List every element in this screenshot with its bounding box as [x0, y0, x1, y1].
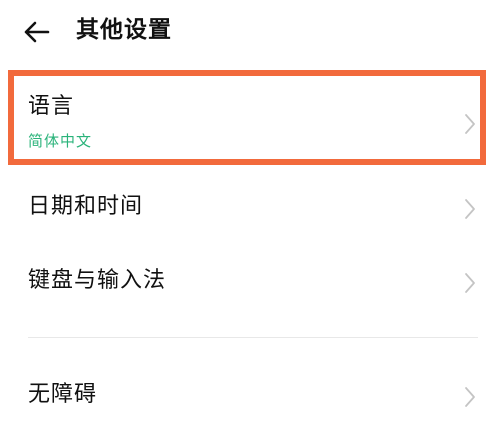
settings-item-label: 无障碍 [28, 382, 98, 407]
page-title: 其他设置 [76, 17, 172, 43]
chevron-right-icon [465, 273, 475, 293]
arrow-left-icon[interactable] [22, 18, 52, 46]
settings-item-label: 键盘与输入法 [28, 268, 167, 293]
chevron-right-icon [465, 387, 475, 407]
section-divider [28, 337, 478, 338]
top-app-bar: 其他设置 [0, 0, 500, 64]
settings-item-date-time[interactable]: 日期和时间 [0, 176, 500, 240]
settings-item-label: 日期和时间 [28, 194, 144, 219]
highlight-frame [8, 70, 486, 165]
chevron-right-icon [465, 199, 475, 219]
settings-item-accessibility[interactable]: 无障碍 [0, 364, 500, 428]
settings-item-keyboard[interactable]: 键盘与输入法 [0, 250, 500, 314]
